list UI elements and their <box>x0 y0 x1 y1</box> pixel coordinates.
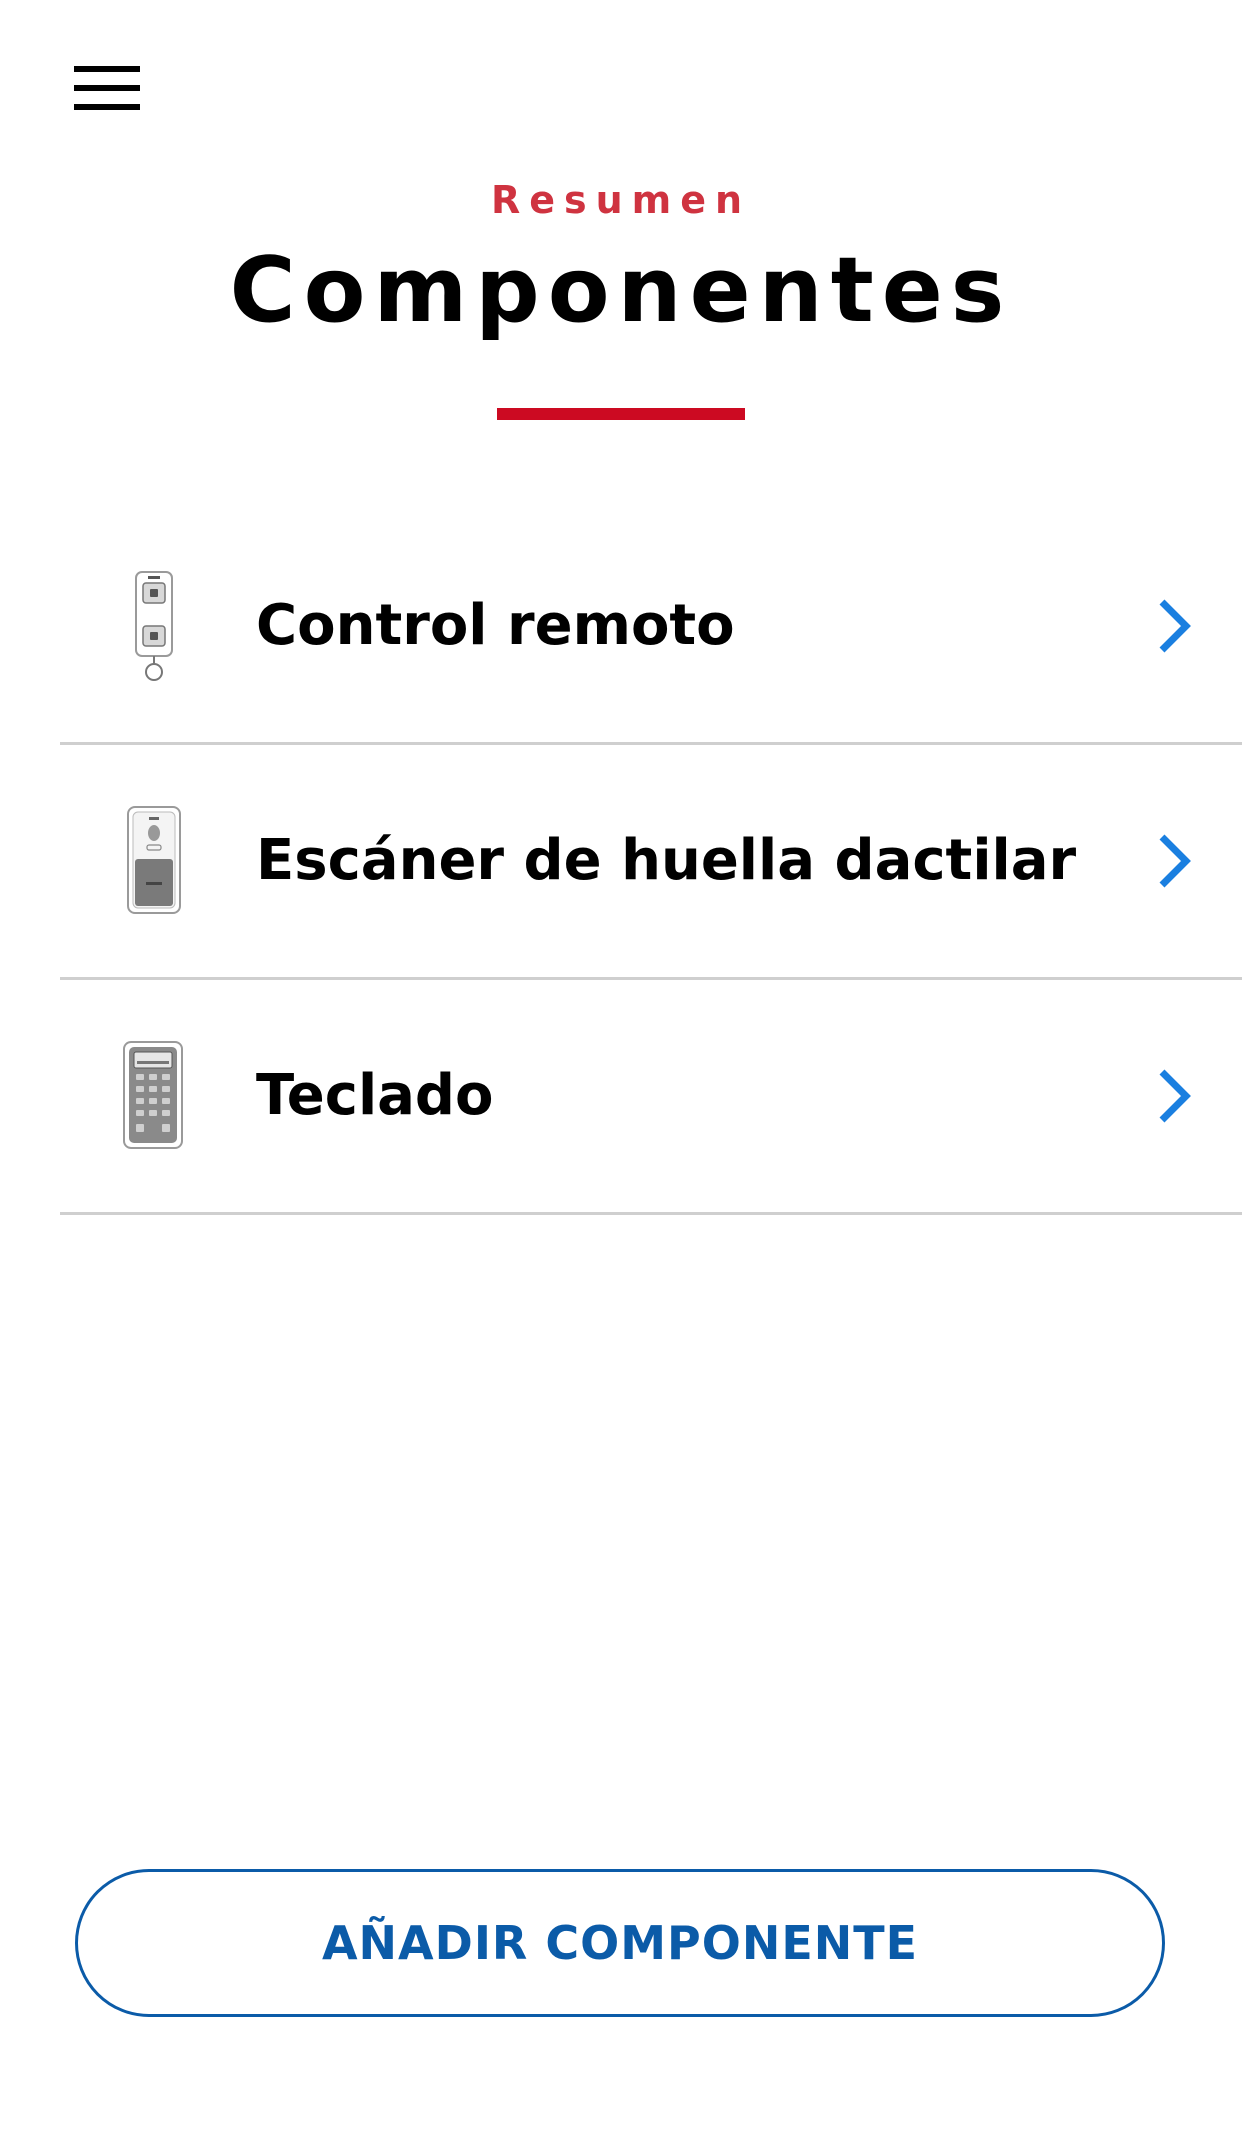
item-label: Teclado <box>256 1063 494 1128</box>
chevron-right-icon[interactable] <box>1140 594 1204 658</box>
item-label: Escáner de huella dactilar <box>256 828 1077 893</box>
add-component-button[interactable]: AÑADIR COMPONENTE <box>75 1869 1165 2017</box>
list-item-escaner-huella[interactable]: Escáner de huella dactilar <box>60 745 1242 980</box>
hamburger-menu-icon[interactable] <box>74 66 140 110</box>
list-item-teclado[interactable]: Teclado <box>60 980 1242 1215</box>
remote-control-icon <box>135 571 173 681</box>
menu-line <box>74 104 140 110</box>
chevron-right-icon[interactable] <box>1140 829 1204 893</box>
menu-line <box>74 85 140 91</box>
page-subtitle: Resumen <box>490 178 752 222</box>
components-list: Control remoto Escáner de huella dactila… <box>60 510 1242 1215</box>
chevron-right-icon[interactable] <box>1140 1064 1204 1128</box>
title-underline <box>497 408 745 420</box>
page-title: Componentes <box>229 238 1013 343</box>
keypad-icon <box>123 1041 183 1149</box>
list-item-control-remoto[interactable]: Control remoto <box>60 510 1242 745</box>
menu-line <box>74 66 140 72</box>
fingerprint-scanner-icon <box>127 806 181 914</box>
item-label: Control remoto <box>256 593 735 658</box>
